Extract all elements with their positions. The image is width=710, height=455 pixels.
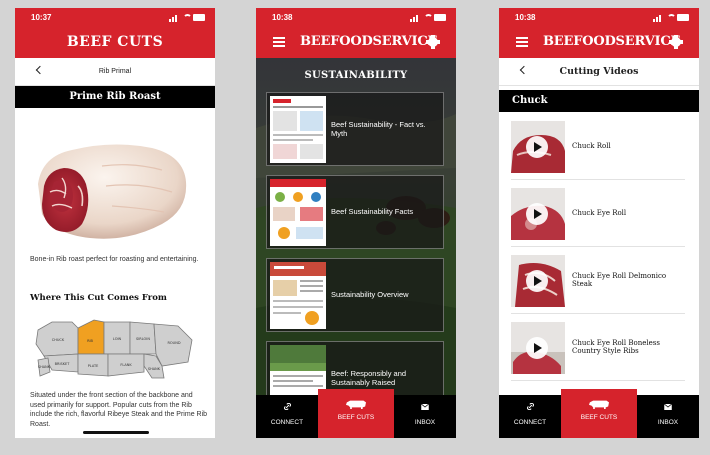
nav-bar: Rib Primal: [15, 58, 215, 86]
card-title: Beef Sustainability Facts: [331, 207, 414, 217]
video-list-item[interactable]: Chuck Eye Roll Delmonico Steak: [511, 247, 685, 314]
signal-icon: [410, 14, 446, 22]
map-label-plate: PLATE: [88, 364, 99, 368]
gear-icon[interactable]: [426, 35, 440, 49]
status-bar: 10:37: [29, 13, 205, 23]
video-title: Chuck Roll: [572, 141, 611, 150]
beef-primal-map[interactable]: CHUCK RIB LOIN SIRLOIN ROUND BRISKET SHA…: [32, 314, 202, 384]
phone-screen-sustainability: 10:38 BEEFOODSERVICE SUSTAINABILITY Beef…: [256, 8, 456, 438]
video-list-item[interactable]: Chuck Eye Roll: [511, 180, 685, 247]
tab-inbox[interactable]: INBOX: [394, 395, 456, 438]
play-icon[interactable]: [526, 337, 548, 359]
play-icon[interactable]: [526, 203, 548, 225]
map-round: [153, 323, 193, 367]
video-thumbnail: [511, 188, 565, 240]
tab-bar: CONNECT BEEF CUTS INBOX: [499, 389, 699, 438]
cut-description: Bone-in Rib roast perfect for roasting a…: [30, 256, 199, 263]
video-title: Chuck Eye Roll Delmonico Steak: [572, 271, 667, 289]
envelope-icon: [421, 404, 429, 410]
play-icon[interactable]: [526, 136, 548, 158]
home-indicator: [83, 431, 149, 434]
cow-icon: [346, 400, 366, 409]
video-title: Chuck Eye Roll Boneless Country Style Ri…: [572, 338, 660, 356]
status-bar: 10:38: [270, 13, 446, 23]
nav-bar: Cutting Videos: [499, 58, 699, 86]
document-thumbnail: [270, 96, 326, 163]
card-title: Sustainability Overview: [331, 290, 409, 300]
tab-connect[interactable]: CONNECT: [256, 395, 318, 438]
cut-location-text: Situated under the front section of the …: [30, 392, 208, 428]
document-thumbnail: [270, 262, 326, 329]
status-time: 10:37: [31, 13, 52, 22]
envelope-icon: [664, 404, 672, 410]
tab-bar: CONNECT BEEF CUTS INBOX: [256, 389, 456, 438]
play-icon[interactable]: [526, 270, 548, 292]
cow-icon: [589, 400, 609, 409]
map-label-chuck: CHUCK: [52, 338, 65, 342]
video-thumbnail: [511, 255, 565, 307]
status-time: 10:38: [272, 13, 293, 22]
menu-icon[interactable]: [273, 37, 285, 47]
map-label-rib: RIB: [87, 339, 93, 343]
document-thumbnail: [270, 179, 326, 246]
map-label-shank-rear: SHANK: [148, 367, 161, 371]
resource-card[interactable]: Beef Sustainability - Fact vs. Myth: [266, 92, 444, 166]
video-thumbnail: [511, 121, 565, 173]
video-thumbnail: [511, 322, 565, 374]
nav-title: Rib Primal: [98, 68, 132, 75]
brand-logo: BEEFOODSERVICE: [543, 34, 681, 49]
section-header: Chuck: [499, 90, 699, 112]
resource-card[interactable]: Sustainability Overview: [266, 258, 444, 332]
phone-screen-cutting-videos: 10:38 BEEFOODSERVICE Cutting Videos Chuc…: [499, 8, 699, 438]
video-list-item[interactable]: Chuck Roll: [511, 113, 685, 180]
video-list-item[interactable]: Chuck Eye Roll Boneless Country Style Ri…: [511, 314, 685, 381]
header-title: BEEF CUTS: [66, 34, 164, 50]
gear-icon[interactable]: [669, 35, 683, 49]
map-rib: [77, 319, 105, 355]
signal-icon: [169, 14, 205, 22]
nav-title: Cutting Videos: [559, 66, 639, 77]
app-header: 10:38 BEEFOODSERVICE: [256, 8, 456, 58]
link-icon: [283, 403, 291, 410]
tab-beef-cuts[interactable]: BEEF CUTS: [318, 389, 394, 438]
link-icon: [526, 403, 534, 410]
status-time: 10:38: [515, 13, 536, 22]
video-title: Chuck Eye Roll: [572, 208, 627, 217]
tab-connect[interactable]: CONNECT: [499, 395, 561, 438]
cut-title: Prime Rib Roast: [15, 86, 215, 108]
app-header: 10:37 BEEF CUTS: [15, 8, 215, 58]
resource-card[interactable]: Beef Sustainability Facts: [266, 175, 444, 249]
tab-inbox[interactable]: INBOX: [637, 395, 699, 438]
map-label-loin: LOIN: [113, 337, 122, 341]
card-title: Beef Sustainability - Fact vs. Myth: [331, 119, 426, 139]
app-header: 10:38 BEEFOODSERVICE: [499, 8, 699, 58]
map-label-brisket: BRISKET: [55, 362, 71, 366]
map-label-shank: SHANK: [38, 365, 51, 369]
brand-logo: BEEFOODSERVICE: [300, 34, 438, 49]
menu-icon[interactable]: [516, 37, 528, 47]
tab-beef-cuts[interactable]: BEEF CUTS: [561, 389, 637, 438]
section-title: SUSTAINABILITY: [304, 70, 408, 81]
map-label-round: ROUND: [167, 341, 180, 345]
map-label-flank: FLANK: [120, 363, 132, 367]
prime-rib-roast-image: [38, 144, 187, 239]
where-heading: Where This Cut Comes From: [30, 293, 167, 303]
signal-icon: [653, 14, 689, 22]
phone-screen-beef-cuts: 10:37 BEEF CUTS Rib Primal Prime Rib Roa…: [15, 8, 215, 438]
status-bar: 10:38: [513, 13, 689, 23]
map-label-sirloin: SIRLOIN: [136, 337, 150, 341]
